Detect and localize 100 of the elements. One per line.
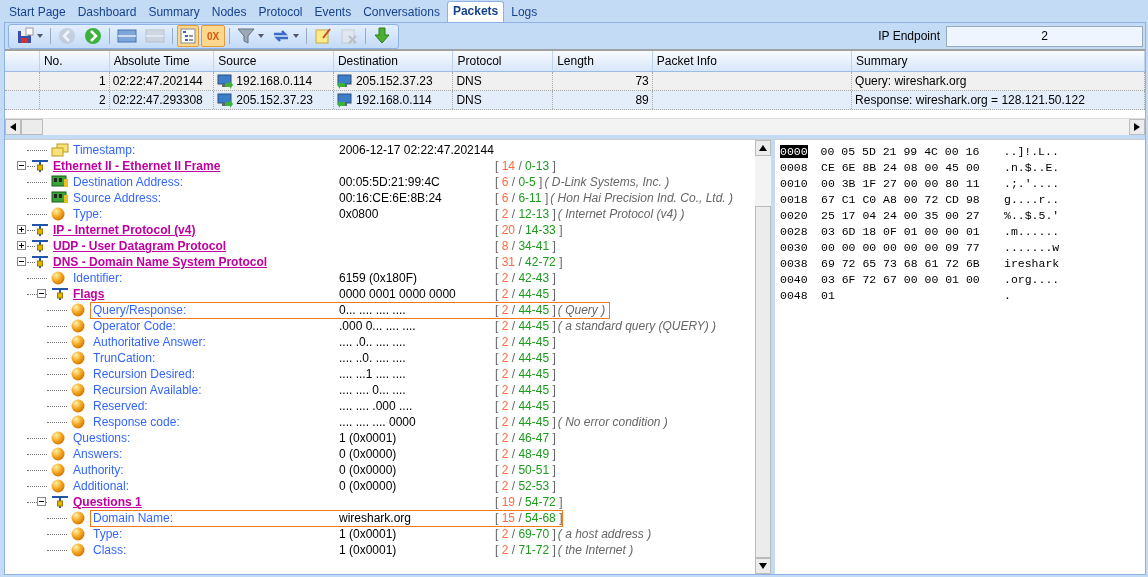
field-label[interactable]: Query/Response: (93, 303, 339, 317)
field-label[interactable]: Type: (73, 207, 339, 221)
scrollbar-thumb[interactable] (21, 119, 43, 135)
ip-endpoint-field[interactable]: 2 (946, 25, 1143, 47)
section-title[interactable]: UDP - User Datagram Protocol (53, 239, 339, 253)
hex-offset[interactable]: 0030 (780, 240, 815, 254)
hex-offset[interactable]: 0000 (780, 144, 808, 158)
tab[interactable]: Dashboard (72, 2, 142, 22)
section-title[interactable]: DNS - Domain Name System Protocol (53, 255, 339, 269)
field-note: ( a host address ) (557, 527, 653, 541)
network-card-icon (51, 191, 69, 205)
field-label[interactable]: Questions: (73, 431, 339, 445)
down-arrow-icon (759, 563, 767, 569)
hex-bytes: 00 00 00 00 00 00 09 77 (821, 240, 981, 254)
bullet-icon (71, 527, 85, 541)
caret-icon (293, 34, 299, 38)
tab[interactable]: Events (309, 2, 357, 22)
table-cell: 205.152.37.23 (355, 74, 433, 88)
hex-ascii: %..$.5.' (1004, 208, 1060, 222)
tab[interactable]: Protocol (253, 2, 308, 22)
hex-ascii: .;.'.... (1004, 176, 1060, 190)
expand-icon[interactable] (17, 241, 26, 250)
field-value: 0000 0001 0000 0000 (339, 287, 457, 301)
tab[interactable]: Packets (446, 1, 505, 22)
tab[interactable]: Start Page (4, 2, 71, 22)
tab[interactable]: Summary (143, 2, 205, 22)
scrollbar-thumb[interactable] (755, 206, 771, 558)
field-label[interactable]: Answers: (73, 447, 339, 461)
byte-range: [ 2 / 50-51 ] (495, 463, 556, 477)
tab[interactable]: Conversations (358, 2, 445, 22)
collapse-icon[interactable] (37, 289, 46, 298)
panel-icon (117, 28, 137, 44)
byte-range: [ 19 / 54-72 ] (495, 495, 563, 509)
field-value: 0... .... .... .... (339, 303, 407, 317)
hex-offset[interactable]: 0020 (780, 208, 815, 222)
field-value: 1 (0x0001) (339, 431, 398, 445)
column-header[interactable]: Summary (852, 51, 1145, 71)
tab[interactable]: Nodes (206, 2, 252, 22)
hex-offset[interactable]: 0040 (780, 272, 815, 286)
bullet-icon (51, 431, 65, 445)
vertical-scrollbar[interactable] (755, 140, 771, 574)
byte-range: [ 2 / 44-45 ] (495, 383, 556, 397)
collapse-icon[interactable] (37, 497, 46, 506)
hex-offset[interactable]: 0010 (780, 176, 815, 190)
field-label[interactable]: TrunCation: (93, 351, 339, 365)
field-label[interactable]: Recursion Desired: (93, 367, 339, 381)
collapse-icon[interactable] (17, 161, 26, 170)
field-label[interactable]: Identifier: (73, 271, 339, 285)
table-cell: 89 (635, 93, 649, 107)
packet-row[interactable]: 2 02:22:47.293308 205.152.37.23 192.168.0.114 DNS 89 Response: wireshark.org = 128.121.50.122 (5, 91, 1145, 110)
computer-icon (336, 73, 353, 89)
column-header[interactable]: No. (39, 51, 110, 71)
section-title[interactable]: IP - Internet Protocol (v4) (53, 223, 339, 237)
column-header[interactable]: Length (553, 51, 653, 71)
hex-bytes: 00 05 5D 21 99 4C 00 16 (820, 144, 981, 158)
expand-icon[interactable] (17, 225, 26, 234)
collapse-icon[interactable] (17, 257, 26, 266)
section-title[interactable]: Flags (73, 287, 339, 301)
field-label[interactable]: Source Address: (73, 191, 339, 205)
notes-icon (51, 143, 69, 157)
field-label[interactable]: Authoritative Answer: (93, 335, 339, 349)
field-value: 0 (0x0000) (339, 463, 398, 477)
column-header[interactable]: Absolute Time (109, 51, 215, 71)
field-label[interactable]: Recursion Available: (93, 383, 339, 397)
tree-button[interactable] (177, 25, 199, 47)
field-value: .... ..0. .... .... (339, 351, 407, 365)
hex-offset[interactable]: 0018 (780, 192, 815, 206)
field-label[interactable]: Destination Address: (73, 175, 339, 189)
section-title[interactable]: Ethernet II - Ethernet II Frame (53, 159, 339, 173)
filter-button[interactable] (234, 25, 267, 47)
field-label[interactable]: Timestamp: (73, 143, 339, 157)
column-header[interactable]: Source (214, 51, 334, 71)
field-label[interactable]: Authority: (73, 463, 339, 477)
field-note: ( Hon Hai Precision Ind. Co., Ltd. ) (550, 191, 734, 205)
column-header[interactable]: Protocol (453, 51, 554, 71)
field-value: 6159 (0x180F) (339, 271, 419, 285)
column-header[interactable]: Packet Info (652, 51, 853, 71)
section-title[interactable]: Questions 1 (73, 495, 339, 509)
hex-offset[interactable]: 0028 (780, 224, 815, 238)
field-label[interactable]: Class: (93, 543, 339, 557)
byte-range: [ 2 / 44-45 ] (495, 287, 556, 301)
field-label[interactable]: Reserved: (93, 399, 339, 413)
packet-row[interactable]: 1 02:22:47.202144 192.168.0.114 205.152.37.23 DNS 73 Query: wireshark.org (5, 72, 1145, 91)
hex-offset[interactable]: 0038 (780, 256, 815, 270)
table-cell: 02:22:47.293308 (112, 93, 203, 107)
column-header[interactable]: Destination (333, 51, 454, 71)
field-label[interactable]: Additional: (73, 479, 339, 493)
hex-bytes: 67 C1 C0 A8 00 72 CD 98 (821, 192, 981, 206)
horizontal-scrollbar[interactable] (5, 118, 1145, 135)
hex-offset[interactable]: 0048 (780, 288, 815, 302)
table-cell: DNS (456, 93, 482, 107)
network-icon (31, 255, 49, 269)
field-value: 00:16:CE:6E:8B:24 (339, 191, 443, 205)
field-label[interactable]: Response code: (93, 415, 339, 429)
network-icon (31, 159, 49, 173)
tab[interactable]: Logs (506, 2, 543, 22)
field-label[interactable]: Domain Name: (93, 511, 339, 525)
field-label[interactable]: Type: (93, 527, 339, 541)
hex-offset[interactable]: 0008 (780, 160, 815, 174)
field-label[interactable]: Operator Code: (93, 319, 339, 333)
